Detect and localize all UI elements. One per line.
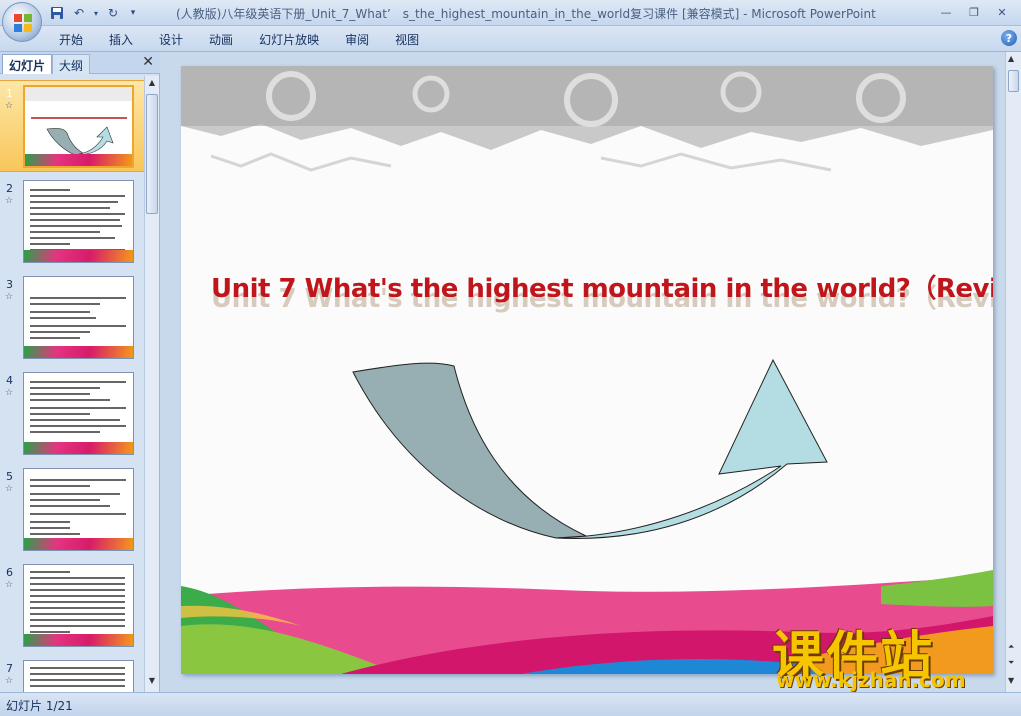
slide-thumbnail-row[interactable]: 4 ☆: [0, 368, 144, 460]
minimize-icon[interactable]: —: [933, 3, 959, 21]
window-controls: — ❐ ✕: [933, 3, 1015, 21]
tab-insert[interactable]: 插入: [109, 31, 133, 48]
close-icon[interactable]: ✕: [989, 3, 1015, 21]
thumbnail-scrollbar[interactable]: ▲ ▼: [144, 76, 159, 692]
editor-scrollbar[interactable]: ▲ ⏶ ⏷ ▼: [1005, 52, 1021, 692]
slide-thumbnail[interactable]: [23, 85, 134, 168]
tab-home[interactable]: 开始: [59, 31, 83, 48]
tab-view[interactable]: 视图: [395, 31, 419, 48]
slide-thumbnail[interactable]: [23, 276, 134, 359]
pane-tabs: 幻灯片 大纲 ✕: [0, 52, 160, 74]
scrollbar-thumb[interactable]: [146, 94, 158, 214]
next-slide-icon[interactable]: ⏷: [1008, 658, 1014, 668]
watermark-url: www.kjzhan.com: [776, 668, 966, 692]
slide-counter: 幻灯片 1/21: [6, 699, 73, 713]
close-pane-icon[interactable]: ✕: [142, 54, 154, 70]
tab-animations[interactable]: 动画: [209, 31, 233, 48]
slide-thumbnail-row[interactable]: 6 ☆: [0, 560, 144, 652]
slide-number: 6: [6, 566, 13, 579]
status-bar: 幻灯片 1/21: [0, 692, 1021, 716]
slide-number: 7: [6, 662, 13, 675]
scroll-down-icon[interactable]: ▼: [146, 676, 158, 690]
scroll-up-icon[interactable]: ▲: [146, 78, 158, 92]
undo-dropdown-icon[interactable]: ▾: [92, 4, 100, 22]
slide-thumbnail-row[interactable]: 7 ☆: [0, 656, 144, 692]
slides-pane: 幻灯片 大纲 ✕ 1 ☆ 2 ☆ 3 ☆ 4 ☆ 5 ☆ 6 ☆ 7 ☆ ▲ ▼: [0, 52, 160, 692]
animation-star-icon: ☆: [5, 101, 14, 111]
thumbnail-list: 1 ☆ 2 ☆ 3 ☆ 4 ☆ 5 ☆ 6 ☆ 7 ☆: [0, 76, 144, 692]
animation-star-icon: ☆: [5, 676, 14, 686]
slide-number: 5: [6, 470, 13, 483]
ribbon: 开始 插入 设计 动画 幻灯片放映 审阅 视图 ?: [0, 26, 1021, 52]
slide-editor: Unit 7 What's the highest mountain in th…: [163, 52, 1003, 692]
animation-star-icon: ☆: [5, 292, 14, 302]
office-logo-icon: [14, 14, 32, 32]
help-icon[interactable]: ?: [1001, 30, 1017, 46]
redo-icon[interactable]: ↻: [104, 4, 122, 22]
customize-toolbar-icon[interactable]: ▾: [126, 4, 140, 22]
save-icon[interactable]: [48, 4, 66, 22]
kjzhan-watermark: 课件站 www.kjzhan.com: [770, 612, 1002, 692]
tab-outline[interactable]: 大纲: [52, 54, 91, 74]
animation-star-icon: ☆: [5, 580, 14, 590]
slide-thumbnail-row[interactable]: 5 ☆: [0, 464, 144, 556]
slide-title[interactable]: Unit 7 What's the highest mountain in th…: [211, 268, 993, 305]
scroll-up-icon[interactable]: ▲: [1008, 54, 1014, 63]
arrow-thumbnail-icon: [46, 126, 114, 156]
quick-access-toolbar: ↶ ▾ ↻ ▾: [48, 3, 140, 23]
tab-slide-show[interactable]: 幻灯片放映: [259, 31, 319, 48]
maximize-icon[interactable]: ❐: [961, 3, 987, 21]
slide-thumbnail-row[interactable]: 2 ☆: [0, 176, 144, 268]
slide-number: 4: [6, 374, 13, 387]
ribbon-tabs: 开始 插入 设计 动画 幻灯片放映 审阅 视图: [59, 31, 445, 48]
tab-design[interactable]: 设计: [159, 31, 183, 48]
slide-thumbnail[interactable]: [23, 468, 134, 551]
scrollbar-thumb[interactable]: [1008, 70, 1019, 92]
tab-slides[interactable]: 幻灯片: [2, 54, 53, 74]
slide-thumbnail[interactable]: [23, 372, 134, 455]
slide-canvas[interactable]: Unit 7 What's the highest mountain in th…: [181, 66, 993, 674]
title-bar: ↶ ▾ ↻ ▾ (人教版)八年级英语下册_Unit_7_What’ s_the_…: [0, 0, 1021, 26]
previous-slide-icon[interactable]: ⏶: [1008, 642, 1014, 652]
tab-review[interactable]: 审阅: [345, 31, 369, 48]
undo-icon[interactable]: ↶: [70, 4, 88, 22]
office-button[interactable]: [2, 2, 42, 42]
curved-arrow-shape[interactable]: [341, 346, 841, 546]
slide-number: 1: [6, 87, 13, 100]
scroll-down-icon[interactable]: ▼: [1008, 676, 1014, 685]
slide-thumbnail[interactable]: [23, 180, 134, 263]
slide-thumbnail[interactable]: [23, 564, 134, 647]
animation-star-icon: ☆: [5, 484, 14, 494]
animation-star-icon: ☆: [5, 196, 14, 206]
slide-thumbnail-row[interactable]: 3 ☆: [0, 272, 144, 364]
window-title: (人教版)八年级英语下册_Unit_7_What’ s_the_highest_…: [176, 7, 876, 21]
animation-star-icon: ☆: [5, 388, 14, 398]
slide-number: 2: [6, 182, 13, 195]
slide-number: 3: [6, 278, 13, 291]
slide-thumbnail-row[interactable]: 1 ☆: [0, 80, 144, 172]
slide-thumbnail[interactable]: [23, 660, 134, 692]
grunge-header-decoration: [181, 66, 993, 172]
